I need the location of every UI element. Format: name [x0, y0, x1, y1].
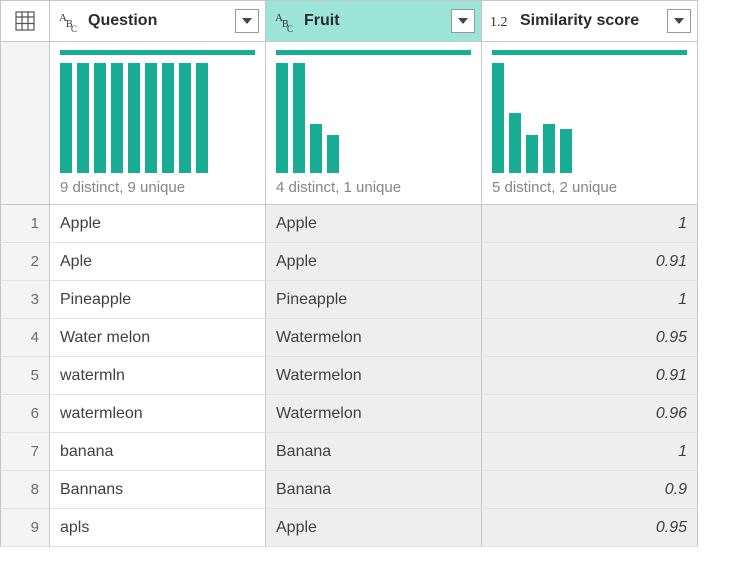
distribution-bar — [162, 63, 174, 173]
distribution-bar — [145, 63, 157, 173]
decimal-type-icon: 1.2 — [490, 9, 514, 33]
row-number[interactable]: 1 — [0, 205, 50, 243]
chevron-down-icon — [673, 15, 685, 27]
cell-similarity-score[interactable]: 1 — [482, 433, 698, 471]
cell-similarity-score[interactable]: 0.95 — [482, 319, 698, 357]
distribution-bar — [94, 63, 106, 173]
column-name-label: Similarity score — [520, 12, 667, 30]
distribution-bar — [276, 63, 288, 173]
cell-question[interactable]: Water melon — [50, 319, 266, 357]
cell-question[interactable]: Aple — [50, 243, 266, 281]
row-number[interactable]: 3 — [0, 281, 50, 319]
cell-similarity-score[interactable]: 0.91 — [482, 357, 698, 395]
cell-question[interactable]: banana — [50, 433, 266, 471]
row-number[interactable]: 4 — [0, 319, 50, 357]
distribution-bar — [560, 129, 572, 173]
row-number[interactable]: 5 — [0, 357, 50, 395]
profile-stats-label: 4 distinct, 1 unique — [276, 179, 471, 196]
column-filter-button[interactable] — [451, 9, 475, 33]
cell-similarity-score[interactable]: 0.91 — [482, 243, 698, 281]
column-profile-fruit: 4 distinct, 1 unique — [266, 42, 482, 205]
cell-question[interactable]: Apple — [50, 205, 266, 243]
distribution-bar — [128, 63, 140, 173]
cell-fruit[interactable]: Watermelon — [266, 357, 482, 395]
svg-text:1.2: 1.2 — [490, 15, 508, 30]
row-number[interactable]: 2 — [0, 243, 50, 281]
svg-text:C: C — [287, 24, 293, 32]
cell-fruit[interactable]: Apple — [266, 243, 482, 281]
chevron-down-icon — [241, 15, 253, 27]
column-name-label: Question — [88, 12, 235, 30]
row-number[interactable]: 9 — [0, 509, 50, 547]
column-header-question[interactable]: A B C Question — [50, 0, 266, 42]
distribution-bar — [111, 63, 123, 173]
distribution-bar — [509, 113, 521, 174]
distribution-bar — [60, 63, 72, 173]
cell-similarity-score[interactable]: 1 — [482, 281, 698, 319]
cell-question[interactable]: apls — [50, 509, 266, 547]
distribution-bar — [543, 124, 555, 174]
cell-question[interactable]: watermln — [50, 357, 266, 395]
cell-fruit[interactable]: Watermelon — [266, 395, 482, 433]
distribution-bar — [293, 63, 305, 173]
cell-similarity-score[interactable]: 1 — [482, 205, 698, 243]
column-name-label: Fruit — [304, 12, 451, 30]
distribution-chart — [276, 63, 471, 173]
column-profile-question: 9 distinct, 9 unique — [50, 42, 266, 205]
cell-fruit[interactable]: Apple — [266, 205, 482, 243]
text-type-icon: A B C — [274, 9, 298, 33]
cell-similarity-score[interactable]: 0.9 — [482, 471, 698, 509]
distribution-chart — [492, 63, 687, 173]
cell-fruit[interactable]: Pineapple — [266, 281, 482, 319]
column-filter-button[interactable] — [667, 9, 691, 33]
table-icon — [13, 9, 37, 33]
cell-question[interactable]: Bannans — [50, 471, 266, 509]
row-number[interactable]: 7 — [0, 433, 50, 471]
quality-bar — [60, 50, 255, 55]
cell-question[interactable]: watermleon — [50, 395, 266, 433]
profile-row-gutter — [0, 42, 50, 205]
row-number[interactable]: 6 — [0, 395, 50, 433]
cell-similarity-score[interactable]: 0.95 — [482, 509, 698, 547]
distribution-bar — [179, 63, 191, 173]
cell-fruit[interactable]: Banana — [266, 433, 482, 471]
cell-fruit[interactable]: Watermelon — [266, 319, 482, 357]
column-header-similarity-score[interactable]: 1.2 Similarity score — [482, 0, 698, 42]
select-all-corner[interactable] — [0, 0, 50, 42]
profile-stats-label: 5 distinct, 2 unique — [492, 179, 687, 196]
column-profile-similarity-score: 5 distinct, 2 unique — [482, 42, 698, 205]
cell-similarity-score[interactable]: 0.96 — [482, 395, 698, 433]
quality-bar — [276, 50, 471, 55]
chevron-down-icon — [457, 15, 469, 27]
column-header-fruit[interactable]: A B C Fruit — [266, 0, 482, 42]
distribution-bar — [327, 135, 339, 174]
svg-text:C: C — [71, 24, 77, 32]
quality-bar — [492, 50, 687, 55]
profile-stats-label: 9 distinct, 9 unique — [60, 179, 255, 196]
distribution-chart — [60, 63, 255, 173]
row-number[interactable]: 8 — [0, 471, 50, 509]
distribution-bar — [526, 135, 538, 174]
distribution-bar — [196, 63, 208, 173]
column-filter-button[interactable] — [235, 9, 259, 33]
distribution-bar — [77, 63, 89, 173]
distribution-bar — [492, 63, 504, 173]
cell-fruit[interactable]: Banana — [266, 471, 482, 509]
cell-fruit[interactable]: Apple — [266, 509, 482, 547]
text-type-icon: A B C — [58, 9, 82, 33]
distribution-bar — [310, 124, 322, 174]
cell-question[interactable]: Pineapple — [50, 281, 266, 319]
